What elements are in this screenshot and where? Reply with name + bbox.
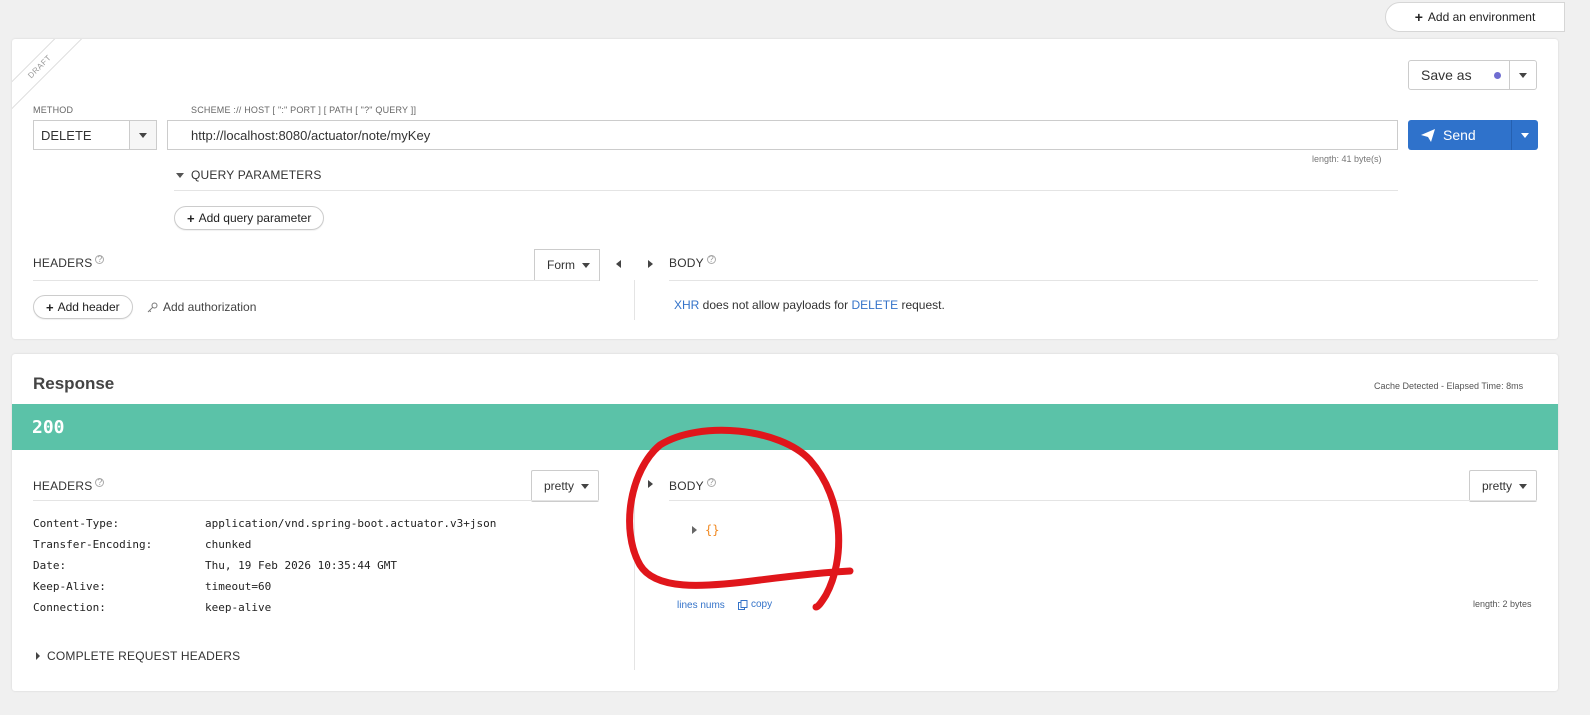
red-circle-annotation (626, 426, 854, 611)
